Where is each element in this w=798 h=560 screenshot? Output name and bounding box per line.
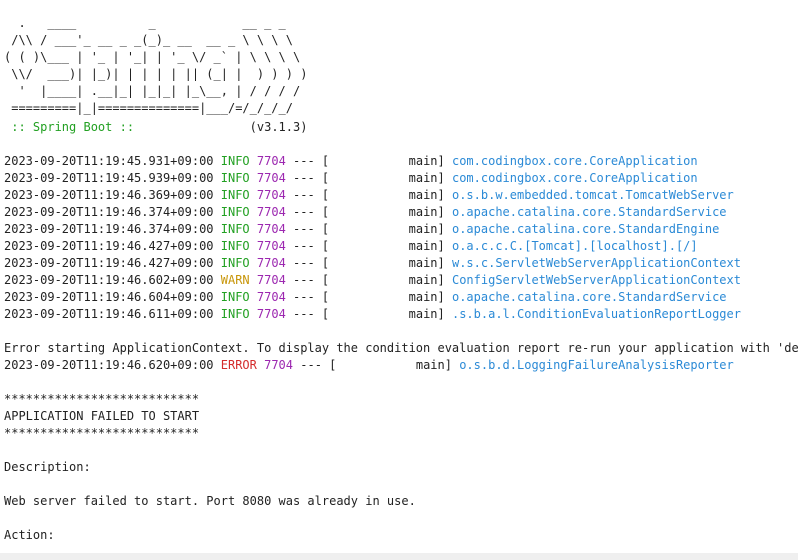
log-thread: main] xyxy=(329,273,445,287)
log-level: ERROR xyxy=(220,358,257,372)
log-timestamp: 2023-09-20T11:19:46.611+09:00 xyxy=(4,307,214,321)
log-level: WARN xyxy=(220,273,250,287)
log-level: INFO xyxy=(220,290,250,304)
log-timestamp: 2023-09-20T11:19:45.939+09:00 xyxy=(4,171,214,185)
log-thread: main] xyxy=(329,307,445,321)
log-separator: --- [ xyxy=(285,273,330,287)
log-thread: main] xyxy=(329,188,445,202)
log-separator: --- [ xyxy=(285,239,330,253)
log-thread: main] xyxy=(329,205,445,219)
log-logger: o.a.c.c.C.[Tomcat].[localhost].[/] xyxy=(451,239,698,253)
log-line: 2023-09-20T11:19:46.602+09:00 WARN 7704 … xyxy=(4,272,741,289)
banner-line: ( ( )\___ | '_ | '_| | '_ \/ _` | \ \ \ … xyxy=(4,50,301,64)
log-line: 2023-09-20T11:19:46.374+09:00 INFO 7704 … xyxy=(4,221,719,238)
log-separator: --- [ xyxy=(285,171,330,185)
log-line: 2023-09-20T11:19:46.604+09:00 INFO 7704 … xyxy=(4,289,727,306)
log-line: 2023-09-20T11:19:45.939+09:00 INFO 7704 … xyxy=(4,170,698,187)
log-timestamp: 2023-09-20T11:19:46.374+09:00 xyxy=(4,222,214,236)
log-logger: o.apache.catalina.core.StandardService xyxy=(451,290,727,304)
log-pid: 7704 xyxy=(256,290,286,304)
log-level: INFO xyxy=(220,222,250,236)
log-timestamp: 2023-09-20T11:19:46.427+09:00 xyxy=(4,239,214,253)
error-log-line: 2023-09-20T11:19:46.620+09:00 ERROR 7704… xyxy=(4,357,734,374)
log-pid: 7704 xyxy=(256,239,286,253)
log-level: INFO xyxy=(220,188,250,202)
log-timestamp: 2023-09-20T11:19:45.931+09:00 xyxy=(4,154,214,168)
log-timestamp: 2023-09-20T11:19:46.369+09:00 xyxy=(4,188,214,202)
banner-line: \\/ ___)| |_)| | | | | || (_| | ) ) ) ) xyxy=(4,67,308,81)
spring-boot-version: (v3.1.3) xyxy=(134,120,308,134)
log-level: INFO xyxy=(220,256,250,270)
log-line: 2023-09-20T11:19:45.931+09:00 INFO 7704 … xyxy=(4,153,698,170)
log-pid: 7704 xyxy=(256,256,286,270)
log-level: INFO xyxy=(220,307,250,321)
log-separator: --- [ xyxy=(285,290,330,304)
horizontal-scrollbar[interactable] xyxy=(0,553,798,560)
banner-line: . ____ _ __ _ _ xyxy=(4,16,286,30)
log-level: INFO xyxy=(220,154,250,168)
log-thread: main] xyxy=(329,222,445,236)
log-line: 2023-09-20T11:19:46.374+09:00 INFO 7704 … xyxy=(4,204,727,221)
log-thread: main] xyxy=(329,171,445,185)
description-label: Description: xyxy=(4,460,91,474)
banner-line: ' |____| .__|_| |_|_| |_\__, | / / / / xyxy=(4,84,301,98)
description-text: Web server failed to start. Port 8080 wa… xyxy=(4,494,416,508)
log-separator: --- [ xyxy=(285,222,330,236)
log-pid: 7704 xyxy=(256,273,286,287)
spring-boot-version-line: :: Spring Boot :: (v3.1.3) xyxy=(4,119,307,136)
log-logger: o.s.b.d.LoggingFailureAnalysisReporter xyxy=(459,358,734,372)
log-pid: 7704 xyxy=(256,307,286,321)
log-logger: w.s.c.ServletWebServerApplicationContext xyxy=(451,256,741,270)
error-hint: Error starting ApplicationContext. To di… xyxy=(4,341,798,355)
log-line: 2023-09-20T11:19:46.427+09:00 INFO 7704 … xyxy=(4,238,698,255)
log-thread: main] xyxy=(329,290,445,304)
log-timestamp: 2023-09-20T11:19:46.427+09:00 xyxy=(4,256,214,270)
log-pid: 7704 xyxy=(256,205,286,219)
stars-divider: *************************** xyxy=(4,392,200,406)
log-level: INFO xyxy=(220,171,250,185)
log-separator: --- [ xyxy=(285,154,330,168)
spring-boot-label: :: Spring Boot :: xyxy=(4,120,135,134)
log-logger: com.codingbox.core.CoreApplication xyxy=(451,154,698,168)
log-timestamp: 2023-09-20T11:19:46.374+09:00 xyxy=(4,205,214,219)
log-separator: --- [ xyxy=(285,307,330,321)
log-line: 2023-09-20T11:19:46.427+09:00 INFO 7704 … xyxy=(4,255,741,272)
log-pid: 7704 xyxy=(256,188,286,202)
log-separator: --- [ xyxy=(285,205,330,219)
log-timestamp: 2023-09-20T11:19:46.602+09:00 xyxy=(4,273,214,287)
log-thread: main] xyxy=(329,154,445,168)
log-separator: --- [ xyxy=(285,256,330,270)
log-pid: 7704 xyxy=(264,358,294,372)
banner-line: /\\ / ___'_ __ _ _(_)_ __ __ _ \ \ \ \ xyxy=(4,33,293,47)
failed-title: APPLICATION FAILED TO START xyxy=(4,409,200,423)
log-separator: --- [ xyxy=(293,358,337,372)
log-logger: o.apache.catalina.core.StandardEngine xyxy=(451,222,720,236)
log-thread: main] xyxy=(336,358,452,372)
log-logger: o.apache.catalina.core.StandardService xyxy=(451,205,727,219)
log-logger: o.s.b.w.embedded.tomcat.TomcatWebServer xyxy=(451,188,734,202)
action-label: Action: xyxy=(4,528,55,542)
log-level: INFO xyxy=(220,239,250,253)
log-logger: com.codingbox.core.CoreApplication xyxy=(451,171,698,185)
log-level: INFO xyxy=(220,205,250,219)
log-line: 2023-09-20T11:19:46.369+09:00 INFO 7704 … xyxy=(4,187,734,204)
log-line: 2023-09-20T11:19:46.611+09:00 INFO 7704 … xyxy=(4,306,741,323)
log-pid: 7704 xyxy=(256,222,286,236)
banner-line: =========|_|==============|___/=/_/_/_/ xyxy=(4,101,293,115)
console-output: . ____ _ __ _ _ /\\ / ___'_ __ _ _(_)_ _… xyxy=(0,0,798,560)
log-pid: 7704 xyxy=(256,154,286,168)
log-separator: --- [ xyxy=(285,188,330,202)
log-logger: ConfigServletWebServerApplicationContext xyxy=(451,273,741,287)
log-timestamp: 2023-09-20T11:19:46.620+09:00 xyxy=(4,358,214,372)
log-thread: main] xyxy=(329,256,445,270)
log-thread: main] xyxy=(329,239,445,253)
log-timestamp: 2023-09-20T11:19:46.604+09:00 xyxy=(4,290,214,304)
log-logger: .s.b.a.l.ConditionEvaluationReportLogger xyxy=(451,307,741,321)
stars-divider: *************************** xyxy=(4,426,200,440)
log-pid: 7704 xyxy=(256,171,286,185)
